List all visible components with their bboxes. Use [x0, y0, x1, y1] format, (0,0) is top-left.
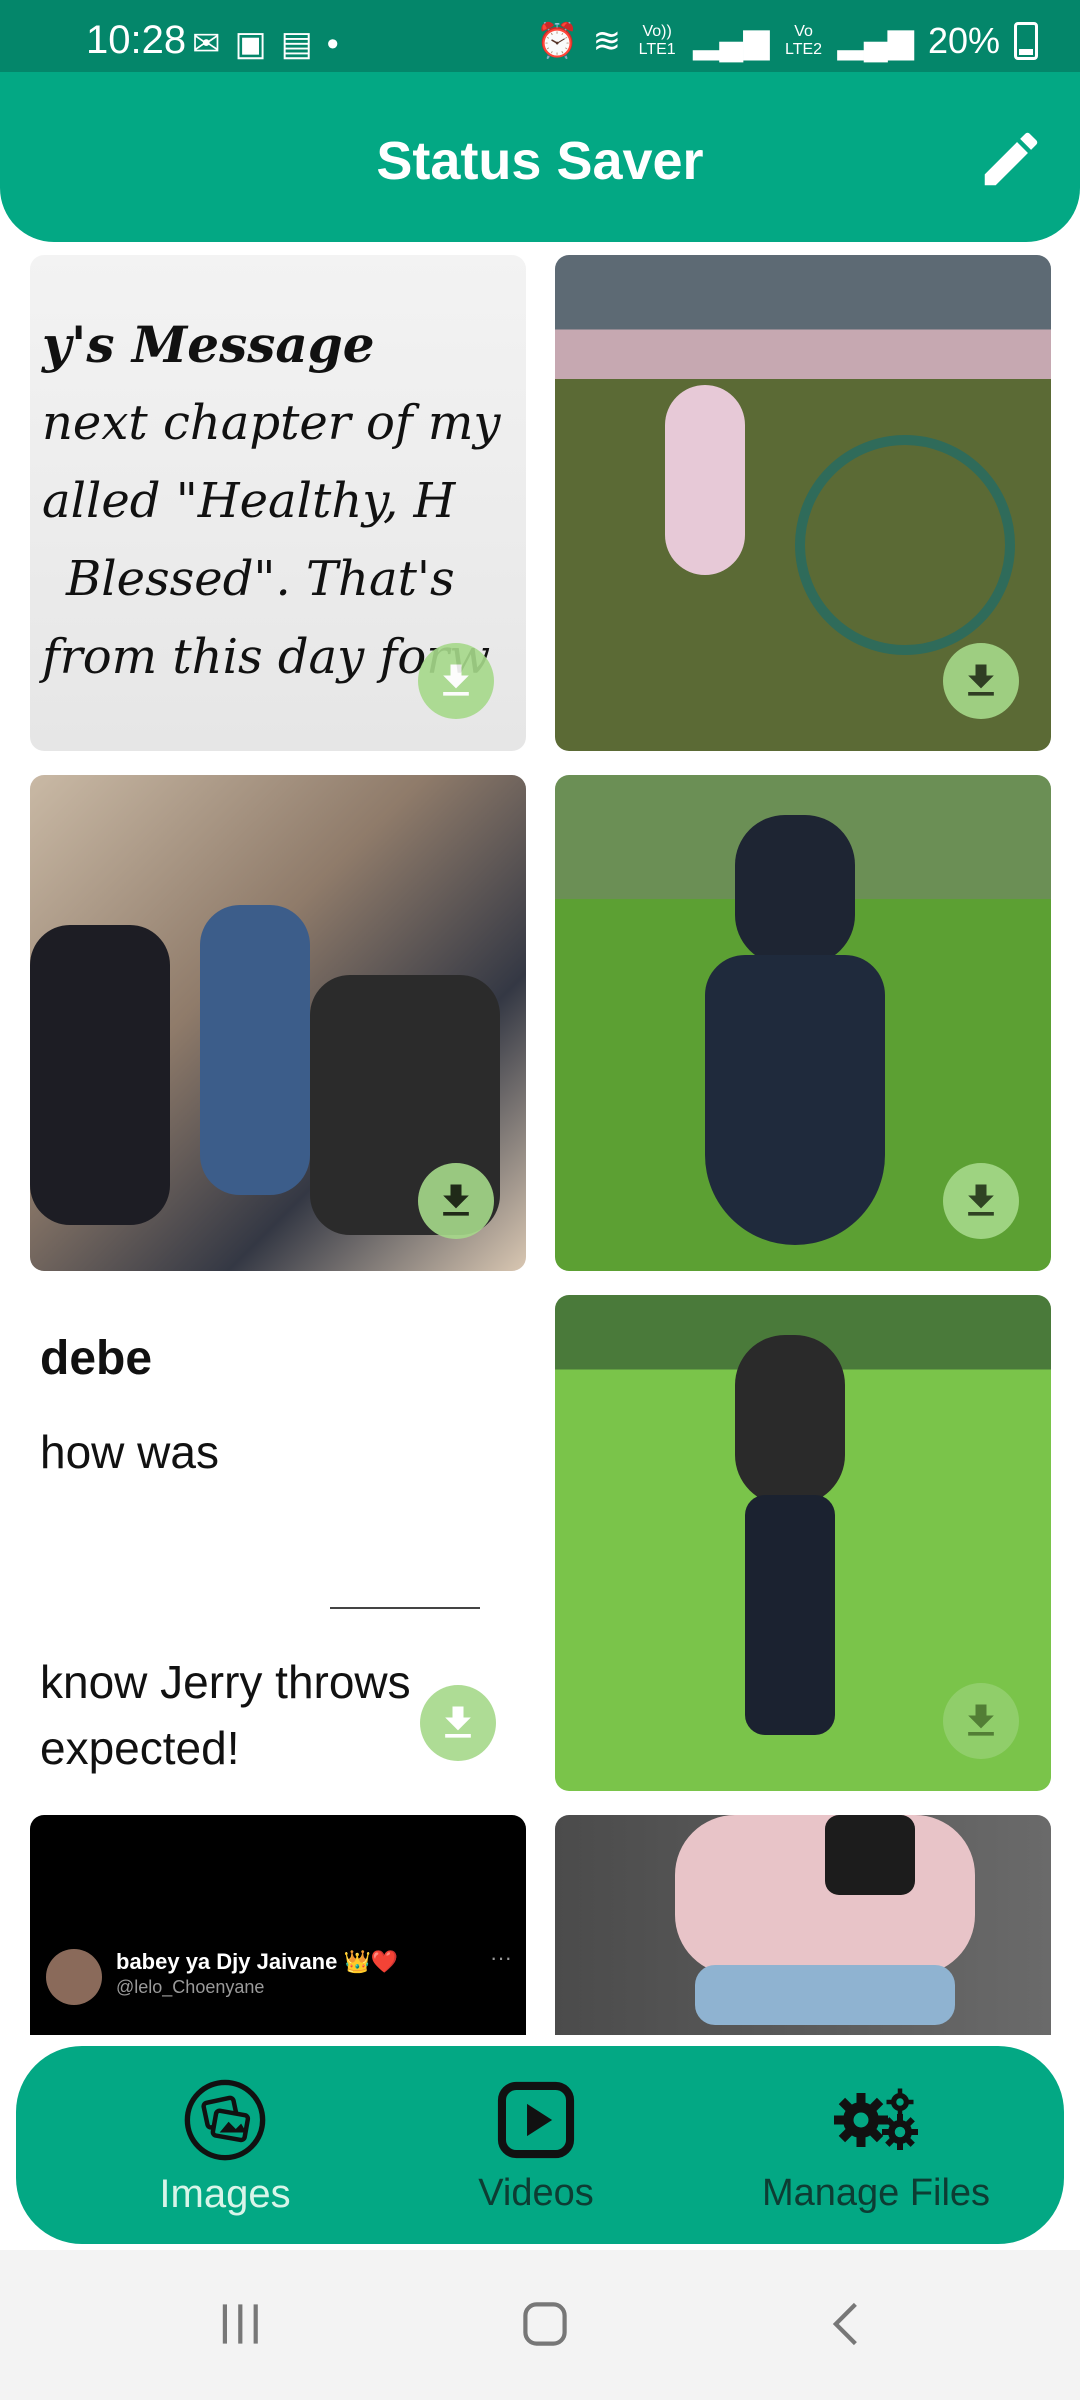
images-icon — [180, 2078, 270, 2162]
system-nav-bar — [0, 2250, 1080, 2400]
status-tile-5[interactable]: debe how was know Jerry throws expected! — [30, 1295, 526, 1791]
recents-button[interactable] — [206, 2296, 276, 2352]
alarm-icon: ⏰ — [536, 22, 579, 60]
photo-figure — [745, 1495, 835, 1735]
photo-shorts — [695, 1965, 955, 2025]
post-author-name: babey ya Djy Jaivane 👑❤️ — [116, 1949, 399, 1974]
photo-figure — [30, 925, 170, 1225]
nav-item-images[interactable]: Images — [100, 2046, 350, 2244]
back-icon — [832, 2302, 857, 2346]
tile-text-line: know Jerry throws — [40, 1656, 411, 1708]
post-author-handle: @lelo_Choenyane — [116, 1977, 265, 1997]
divider — [330, 1607, 480, 1609]
status-time: 10:28 — [86, 18, 187, 62]
tile-text-line: debe — [40, 1332, 153, 1385]
tile-text-line: expected! — [40, 1722, 240, 1774]
status-tile-3[interactable] — [30, 775, 526, 1271]
photo-figure — [200, 905, 310, 1195]
tile-text-line: next chapter of my — [42, 395, 501, 451]
photo-hose — [795, 435, 1015, 655]
status-tile-7[interactable]: babey ya Djy Jaivane 👑❤️ @lelo_Choenyane… — [30, 1815, 526, 2035]
home-button[interactable] — [510, 2296, 580, 2352]
download-button[interactable] — [418, 643, 494, 719]
status-left-icons: ✉ ▣ ▤ • — [192, 24, 339, 64]
photo-figure — [665, 385, 745, 575]
nav-item-videos[interactable]: Videos — [416, 2046, 656, 2244]
download-icon — [968, 1704, 994, 1736]
download-icon — [445, 1706, 471, 1738]
recents-icon — [222, 2304, 258, 2344]
nav-label-videos: Videos — [478, 2172, 594, 2214]
download-button[interactable] — [943, 643, 1019, 719]
gallery-icon: ▣ — [234, 25, 267, 63]
tile-text-line: Blessed". That's — [66, 551, 455, 607]
battery-icon — [1014, 22, 1038, 60]
nav-label-images: Images — [159, 2172, 291, 2216]
photo-phone — [825, 1815, 915, 1895]
bottom-nav: Images Videos Manage Files — [16, 2046, 1064, 2244]
network-label-1: Vo)) LTE1 — [638, 23, 676, 58]
download-button[interactable] — [943, 1163, 1019, 1239]
nav-item-manage-files[interactable]: Manage Files — [706, 2046, 1046, 2244]
download-button[interactable] — [418, 1163, 494, 1239]
tile-text-line: how was — [40, 1426, 219, 1478]
avatar — [46, 1949, 102, 2005]
download-icon — [968, 664, 994, 696]
photo-figure — [735, 815, 855, 965]
download-icon — [443, 1184, 469, 1216]
photo-figure — [735, 1335, 845, 1505]
status-tile-8[interactable] — [555, 1815, 1051, 2035]
status-grid: y's Message next chapter of my alled "He… — [0, 255, 1080, 2035]
app-bar: Status Saver — [0, 72, 1080, 242]
tile-text-line: alled "Healthy, H — [42, 473, 456, 529]
download-button[interactable] — [420, 1685, 496, 1761]
download-icon — [968, 1184, 994, 1216]
nav-label-manage-files: Manage Files — [761, 2172, 991, 2214]
download-icon — [443, 664, 469, 696]
edit-icon — [984, 132, 1038, 186]
settings-gears-icon — [831, 2078, 921, 2162]
gmail-icon: ✉ — [192, 25, 221, 63]
dot-icon: • — [326, 25, 339, 63]
photo-dress — [705, 955, 885, 1245]
status-tile-2[interactable] — [555, 255, 1051, 751]
download-button[interactable] — [943, 1683, 1019, 1759]
network-label-2: Vo LTE2 — [785, 23, 823, 58]
signal-icon: ▂▄▆ — [693, 22, 770, 60]
status-tile-4[interactable] — [555, 775, 1051, 1271]
back-button[interactable] — [812, 2296, 882, 2352]
edit-button[interactable] — [976, 124, 1046, 194]
app-title: Status Saver — [376, 131, 704, 191]
videos-icon — [491, 2078, 581, 2162]
home-icon — [523, 2302, 567, 2346]
tile-text-line: y's Message — [42, 315, 375, 374]
status-right-icons: ⏰ ≋ Vo)) LTE1 ▂▄▆ Vo LTE2 ▂▄▆ 20% — [536, 20, 1038, 62]
battery-percent: 20% — [927, 20, 1000, 61]
more-icon: ··· — [490, 1945, 512, 1970]
sim-icon: ▤ — [280, 25, 313, 63]
status-tile-6[interactable] — [555, 1295, 1051, 1791]
signal-icon-2: ▂▄▆ — [837, 22, 914, 60]
wifi-icon: ≋ — [592, 22, 622, 60]
status-tile-1[interactable]: y's Message next chapter of my alled "He… — [30, 255, 526, 751]
